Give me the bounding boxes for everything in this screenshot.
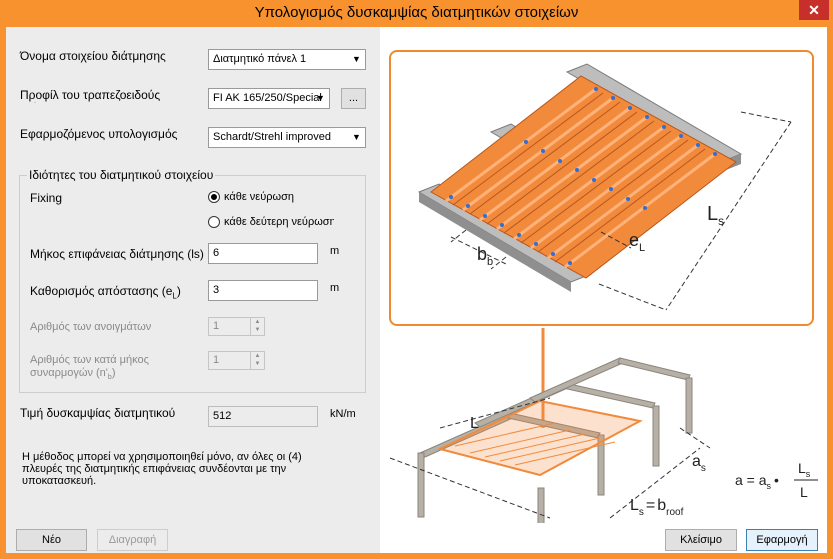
distance-unit: m: [330, 282, 340, 294]
dialog-client: Όνομα στοιχείου διάτμησης Διατμητικό πάν…: [6, 27, 827, 553]
joints-label-end: ): [111, 367, 116, 379]
distance-label: Καθορισμός απόστασης (eL): [30, 285, 181, 302]
joints-value: 1: [213, 354, 220, 366]
joints-label-line1: Αριθμός των κατά μήκος: [30, 354, 149, 366]
bb-label: bb: [477, 244, 493, 268]
chevron-down-icon: ▼: [352, 54, 361, 64]
profile-browse-button[interactable]: ...: [341, 88, 366, 109]
close-window-button[interactable]: ✕: [799, 0, 829, 20]
element-name-value: Διατμητικό πάνελ 1: [213, 53, 307, 65]
stiffness-unit: kN/m: [330, 408, 356, 420]
apply-button[interactable]: Εφαρμογή: [746, 529, 818, 551]
calc-method-label: Εφαρμοζόμενος υπολογισμός: [20, 127, 178, 141]
profile-select[interactable]: FI AK 165/250/Special ▼: [208, 88, 330, 109]
sheeting-detail-figure: Ls bb eL: [389, 50, 814, 326]
length-input[interactable]: 6: [208, 243, 318, 264]
distance-input[interactable]: 3: [208, 280, 318, 301]
input-panel: Όνομα στοιχείου διάτμησης Διατμητικό πάν…: [6, 27, 380, 553]
length-unit: m: [330, 245, 340, 257]
distance-label-end: ): [176, 284, 181, 298]
chevron-down-icon: ▼: [316, 93, 325, 103]
spin-down-icon[interactable]: ▼: [250, 360, 264, 369]
figure-panel: Ls bb eL L as Ls = broof a = as • Ls L: [380, 27, 827, 523]
formula-numerator: Ls: [798, 460, 811, 479]
overview-L-label: L: [470, 415, 479, 432]
spans-label: Αριθμός των ανοιγμάτων: [30, 321, 152, 333]
element-name-select[interactable]: Διατμητικό πάνελ 1 ▼: [208, 49, 366, 70]
joints-stepper[interactable]: 1 ▲ ▼: [208, 351, 265, 370]
properties-group-title: Ιδιότητες του διατμητικού στοιχείου: [27, 168, 216, 182]
method-note: Η μέθοδος μπορεί να χρησιμοποιηθεί μόνο,…: [22, 451, 302, 485]
building-overview-drawing: L as Ls = broof a = as • Ls L: [389, 328, 818, 523]
stiffness-output: 512: [208, 406, 318, 427]
calc-method-select[interactable]: Schardt/Strehl improved ▼: [208, 127, 366, 148]
length-label: Μήκος επιφάνειας διάτμησης (ls): [30, 247, 204, 261]
sheeting-detail-drawing: Ls bb eL: [417, 63, 792, 311]
fixing-label: Fixing: [30, 191, 63, 205]
fixing-every-rib-radio[interactable]: [208, 191, 220, 203]
formula-denominator: L: [800, 484, 808, 500]
distance-label-text: Καθορισμός απόστασης (e: [30, 284, 173, 298]
fixing-every-rib-label[interactable]: κάθε νεύρωση: [224, 191, 294, 204]
dialog-window: Υπολογισμός δυσκαμψίας διατμητικών στοιχ…: [0, 0, 833, 559]
fixing-every-second-rib-radio[interactable]: [208, 216, 220, 228]
delete-button[interactable]: Διαγραφή: [97, 529, 168, 551]
chevron-down-icon: ▼: [352, 132, 361, 142]
formula-left: a = as •: [735, 472, 779, 491]
spans-value: 1: [213, 320, 220, 332]
new-button[interactable]: Νέο: [16, 529, 87, 551]
profile-label: Προφίλ του τραπεζοειδούς ελάσματος: [20, 89, 161, 103]
joints-label: Αριθμός των κατά μήκος συναρμογών (n'b): [30, 354, 149, 384]
ls-equals-broof-label: Ls = broof: [630, 497, 684, 518]
shear-panel-area: [437, 399, 643, 477]
overview-as-label: as: [692, 453, 706, 474]
spans-stepper[interactable]: 1 ▲ ▼: [208, 317, 265, 336]
close-button[interactable]: Κλείσιμο: [665, 529, 737, 551]
fixing-every-second-rib-label[interactable]: κάθε δεύτερη νεύρωση: [224, 216, 334, 229]
profile-value: FI AK 165/250/Special: [213, 92, 322, 104]
window-title: Υπολογισμός δυσκαμψίας διατμητικών στοιχ…: [254, 4, 579, 21]
spin-down-icon[interactable]: ▼: [250, 326, 264, 335]
joints-label-line2: συναρμογών (n': [30, 367, 108, 379]
element-name-label: Όνομα στοιχείου διάτμησης: [20, 49, 166, 63]
ls-label: Ls: [707, 203, 724, 228]
calc-method-value: Schardt/Strehl improved: [213, 131, 331, 143]
stiffness-label: Τιμή δυσκαμψίας διατμητικού στοιχείου: [20, 407, 176, 421]
